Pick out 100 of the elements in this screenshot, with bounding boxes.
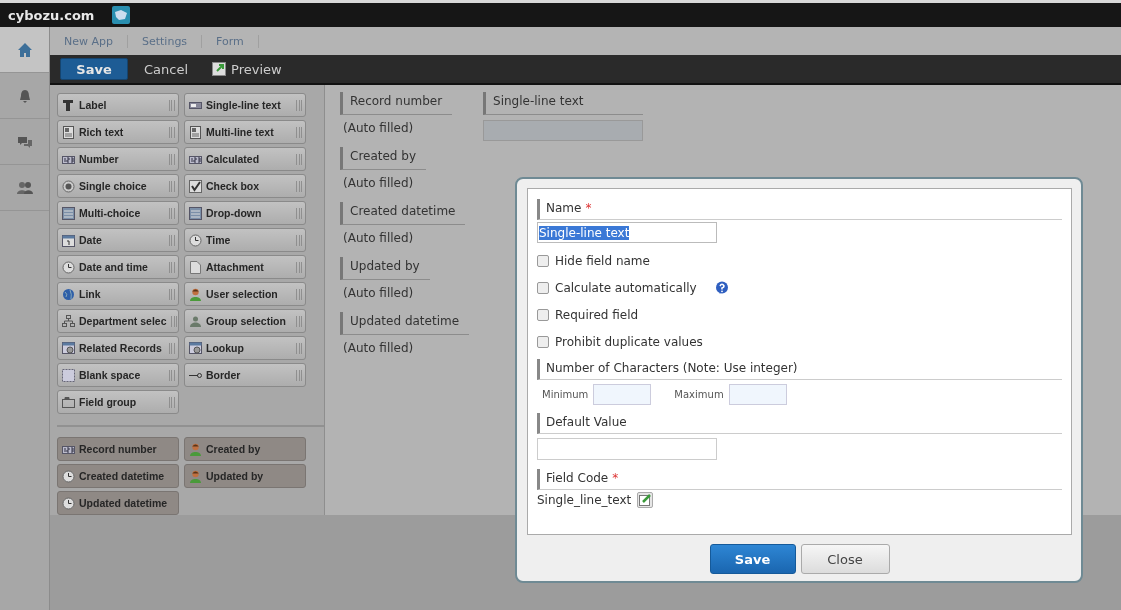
- palette-item[interactable]: Attachment: [184, 255, 306, 279]
- text-input-field[interactable]: [483, 120, 644, 141]
- grip-icon: [169, 288, 175, 300]
- field-label: Created datetime: [340, 202, 466, 225]
- section-label: Name: [546, 201, 582, 215]
- document-icon: [189, 125, 202, 139]
- palette-item[interactable]: Check box: [184, 174, 306, 198]
- save-button[interactable]: Save: [60, 58, 128, 80]
- person-icon: [189, 442, 202, 456]
- grip-icon: [296, 99, 302, 111]
- grip-icon: [169, 126, 175, 138]
- preview-button[interactable]: Preview: [204, 58, 290, 80]
- palette-item[interactable]: Date and time: [57, 255, 179, 279]
- help-icon[interactable]: [714, 281, 729, 295]
- palette-item[interactable]: Link: [57, 282, 179, 306]
- app-icon[interactable]: [112, 6, 131, 24]
- grip-icon: [296, 369, 302, 381]
- checkbox-label: Calculate automatically: [555, 281, 697, 295]
- letter-icon: [62, 98, 75, 112]
- grip-icon: [296, 288, 302, 300]
- checkbox-label: Hide field name: [555, 254, 650, 268]
- grip-icon: [169, 342, 175, 354]
- grip-icon: [169, 207, 175, 219]
- palette-item[interactable]: Multi-choice: [57, 201, 179, 225]
- grip-icon: [296, 261, 302, 273]
- field-label: Updated by: [340, 257, 430, 280]
- palette-item[interactable]: Group selection: [184, 309, 306, 333]
- system-field-item[interactable]: Created datetime: [57, 464, 179, 488]
- field-label: Record number: [340, 92, 453, 115]
- cancel-button[interactable]: Cancel: [136, 58, 197, 80]
- palette-item[interactable]: Multi-line text: [184, 120, 306, 144]
- palette-item[interactable]: Department selec: [57, 309, 179, 333]
- person-icon: [189, 469, 202, 483]
- checkbox[interactable]: [537, 282, 549, 294]
- grip-icon: [296, 234, 302, 246]
- palette-item[interactable]: Calculated: [184, 147, 306, 171]
- palette-item[interactable]: Lookup: [184, 336, 306, 360]
- checkbox-label: Prohibit duplicate values: [555, 335, 703, 349]
- minimum-field[interactable]: [593, 384, 652, 405]
- grip-icon: [169, 99, 175, 111]
- people-icon: [16, 179, 33, 196]
- org-chart-icon: [62, 314, 75, 328]
- system-field-item[interactable]: Updated by: [184, 464, 306, 488]
- table-icon: [189, 341, 202, 355]
- palette-item[interactable]: Time: [184, 228, 306, 252]
- palette-item[interactable]: Related Records: [57, 336, 179, 360]
- calendar-icon: [62, 233, 75, 247]
- edit-button[interactable]: [637, 492, 654, 508]
- field-value: (Auto filled): [342, 340, 415, 357]
- system-field-item[interactable]: Updated datetime: [57, 491, 179, 515]
- required-mark: *: [612, 471, 619, 485]
- grip-icon: [296, 315, 302, 327]
- grip-icon: [169, 153, 175, 165]
- field-value: (Auto filled): [342, 175, 415, 192]
- palette-item[interactable]: Single-line text: [184, 93, 306, 117]
- palette-item[interactable]: Blank space: [57, 363, 179, 387]
- list-icon: [62, 206, 75, 220]
- palette-item[interactable]: Single choice: [57, 174, 179, 198]
- palette-item[interactable]: Date: [57, 228, 179, 252]
- grip-icon: [296, 180, 302, 192]
- palette-item[interactable]: Number: [57, 147, 179, 171]
- system-field-item[interactable]: Record number: [57, 437, 179, 461]
- clock-icon: [62, 469, 75, 483]
- home-icon: [16, 41, 33, 58]
- checkbox[interactable]: [537, 309, 549, 321]
- clock-icon: [62, 496, 75, 510]
- checkbox[interactable]: [537, 255, 549, 267]
- default-value-field[interactable]: [537, 438, 717, 460]
- checkbox-icon: [189, 179, 202, 193]
- system-field-item[interactable]: Created by: [184, 437, 306, 461]
- file-icon: [189, 260, 202, 274]
- grip-icon: [169, 396, 175, 408]
- field-group-icon: [62, 395, 75, 409]
- palette-item[interactable]: Rich text: [57, 120, 179, 144]
- clock-icon: [189, 233, 202, 247]
- palette-item[interactable]: User selection: [184, 282, 306, 306]
- name-field[interactable]: Single-line text: [537, 222, 717, 243]
- palette-item[interactable]: Border: [184, 363, 306, 387]
- grip-icon: [296, 207, 302, 219]
- section-label: Field Code: [546, 471, 609, 485]
- field-code-value: Single_line_text: [537, 493, 632, 507]
- document-icon: [62, 125, 75, 139]
- grip-icon: [169, 234, 175, 246]
- save-button[interactable]: Save: [709, 544, 796, 574]
- logo-text[interactable]: cybozu.com: [8, 7, 95, 23]
- grip-icon: [296, 153, 302, 165]
- section-label: Default Value: [546, 415, 627, 429]
- clock-icon: [62, 260, 75, 274]
- checkbox[interactable]: [537, 336, 549, 348]
- grip-icon: [296, 126, 302, 138]
- group-icon: [189, 314, 202, 328]
- nav-item[interactable]: [0, 27, 49, 73]
- checkbox-label: Required field: [555, 308, 639, 322]
- close-button[interactable]: Close: [800, 544, 890, 574]
- palette-item[interactable]: Drop-down: [184, 201, 306, 225]
- palette-item[interactable]: Label: [57, 93, 179, 117]
- palette-item[interactable]: Field group: [57, 390, 179, 414]
- field-label: Single-line text: [483, 92, 644, 115]
- maximum-field[interactable]: [728, 384, 787, 405]
- field-value: (Auto filled): [342, 230, 415, 247]
